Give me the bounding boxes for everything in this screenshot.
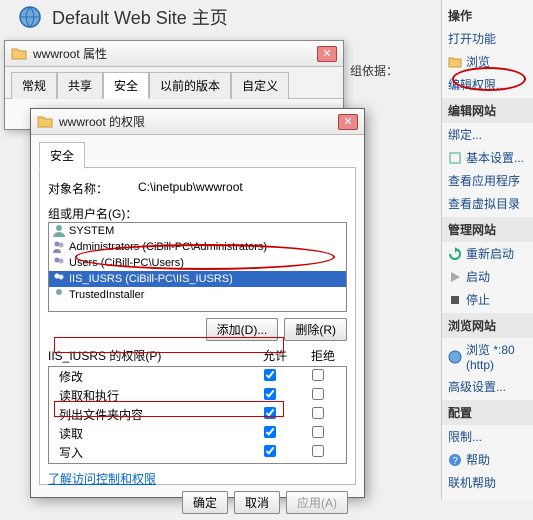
sidebar-group-edit-site: 编辑网站 [442, 98, 533, 123]
deny-checkbox[interactable] [312, 445, 324, 457]
sidebar-item-browse-80[interactable]: 浏览 *:80 (http) [442, 338, 533, 375]
close-button[interactable]: ✕ [338, 114, 358, 130]
list-item: TrustedInstaller [49, 287, 346, 303]
remove-button[interactable]: 删除(R) [284, 318, 347, 341]
permissions-for-label: IIS_IUSRS 的权限(P) [48, 347, 251, 364]
cancel-button[interactable]: 取消 [234, 491, 280, 514]
sidebar-item-stop[interactable]: 停止 [442, 288, 533, 311]
list-item: SYSTEM [49, 223, 346, 239]
permissions-titlebar: wwwroot 的权限 ✕ [31, 109, 364, 135]
deny-col-header: 拒绝 [299, 347, 347, 364]
folder-icon [37, 114, 53, 130]
user-icon [52, 288, 66, 302]
tab-security[interactable]: 安全 [103, 72, 149, 99]
groups-label: 组或用户名(G)： [48, 205, 347, 222]
close-button[interactable]: ✕ [317, 46, 337, 62]
sidebar-item-bindings[interactable]: 绑定... [442, 123, 533, 146]
sidebar-item-limits[interactable]: 限制... [442, 425, 533, 448]
groups-listbox[interactable]: SYSTEM Administrators (CiBill-PC\Adminis… [48, 222, 347, 312]
actions-header: 操作 [442, 4, 533, 27]
allow-checkbox[interactable] [264, 369, 276, 381]
allow-checkbox[interactable] [264, 445, 276, 457]
properties-tabs: 常规 共享 安全 以前的版本 自定义 [5, 67, 343, 99]
permission-row: 修改 [49, 367, 346, 386]
security-panel: 对象名称： C:\inetpub\wwwroot 组或用户名(G)： SYSTE… [39, 167, 356, 485]
sidebar-item-edit-permissions[interactable]: 编辑权限... [442, 73, 533, 96]
tab-security[interactable]: 安全 [39, 142, 85, 169]
list-item: Users (CiBill-PC\Users) [49, 255, 346, 271]
folder-icon [11, 46, 27, 62]
users-icon [52, 240, 66, 254]
globe-icon [448, 350, 462, 364]
users-icon [52, 272, 66, 286]
sidebar-item-view-vdirs[interactable]: 查看虚拟目录 [442, 192, 533, 215]
permission-row: 写入 [49, 443, 346, 462]
add-button[interactable]: 添加(D)... [206, 318, 279, 341]
page-title: Default Web Site 主页 [52, 4, 228, 30]
tab-previous-versions[interactable]: 以前的版本 [149, 72, 231, 99]
permission-name: 写入 [53, 444, 246, 461]
ok-button[interactable]: 确定 [182, 491, 228, 514]
sidebar-item-help[interactable]: ?帮助 [442, 448, 533, 471]
properties-title: wwwroot 属性 [33, 45, 311, 62]
permission-row: 读取 [49, 424, 346, 443]
sidebar-group-config: 配置 [442, 400, 533, 425]
allow-checkbox[interactable] [264, 407, 276, 419]
object-name-value: C:\inetpub\wwwroot [138, 180, 243, 197]
permission-name: 读取和执行 [53, 387, 246, 404]
actions-sidebar: 操作 打开功能 浏览 编辑权限... 编辑网站 绑定... 基本设置... 查看… [441, 0, 533, 500]
allow-col-header: 允许 [251, 347, 299, 364]
allow-checkbox[interactable] [264, 388, 276, 400]
sidebar-item-explore[interactable]: 浏览 [442, 50, 533, 73]
stop-icon [448, 293, 462, 307]
apply-button[interactable]: 应用(A) [286, 491, 348, 514]
play-icon [448, 270, 462, 284]
list-item: Administrators (CiBill-PC\Administrators… [49, 239, 346, 255]
sidebar-item-online-help[interactable]: 联机帮助 [442, 471, 533, 494]
tab-customize[interactable]: 自定义 [231, 72, 289, 99]
permissions-listbox: 修改读取和执行列出文件夹内容读取写入 [48, 366, 347, 464]
iis-site-icon [18, 5, 42, 29]
deny-checkbox[interactable] [312, 426, 324, 438]
tab-sharing[interactable]: 共享 [57, 72, 103, 99]
permission-name: 修改 [53, 368, 246, 385]
page-header: Default Web Site 主页 [18, 4, 228, 30]
restart-icon [448, 247, 462, 261]
allow-checkbox[interactable] [264, 426, 276, 438]
svg-text:?: ? [452, 456, 458, 467]
sidebar-item-advanced[interactable]: 高级设置... [442, 375, 533, 398]
sidebar-item-open-feature[interactable]: 打开功能 [442, 27, 533, 50]
permissions-title: wwwroot 的权限 [59, 113, 332, 130]
sidebar-item-basic-settings[interactable]: 基本设置... [442, 146, 533, 169]
permission-name: 列出文件夹内容 [53, 406, 246, 423]
deny-checkbox[interactable] [312, 369, 324, 381]
folder-open-icon [448, 55, 462, 69]
sidebar-item-start[interactable]: 启动 [442, 265, 533, 288]
sidebar-item-restart[interactable]: 重新启动 [442, 242, 533, 265]
object-name-label: 对象名称： [48, 180, 138, 197]
group-by-label: 组依据： [350, 62, 398, 79]
deny-checkbox[interactable] [312, 388, 324, 400]
tab-general[interactable]: 常规 [11, 72, 57, 99]
deny-checkbox[interactable] [312, 407, 324, 419]
user-icon [52, 224, 66, 238]
sidebar-group-browse-site: 浏览网站 [442, 313, 533, 338]
permission-row: 列出文件夹内容 [49, 405, 346, 424]
help-icon: ? [448, 453, 462, 467]
sidebar-group-manage-site: 管理网站 [442, 217, 533, 242]
properties-titlebar: wwwroot 属性 ✕ [5, 41, 343, 67]
sidebar-item-view-apps[interactable]: 查看应用程序 [442, 169, 533, 192]
permissions-dialog: wwwroot 的权限 ✕ 安全 对象名称： C:\inetpub\wwwroo… [30, 108, 365, 498]
permission-row: 读取和执行 [49, 386, 346, 405]
list-item-selected: IIS_IUSRS (CiBill-PC\IIS_IUSRS) [49, 271, 346, 287]
users-icon [52, 256, 66, 270]
settings-icon [448, 151, 462, 165]
permission-name: 读取 [53, 425, 246, 442]
learn-access-control-link[interactable]: 了解访问控制和权限 [48, 470, 156, 487]
